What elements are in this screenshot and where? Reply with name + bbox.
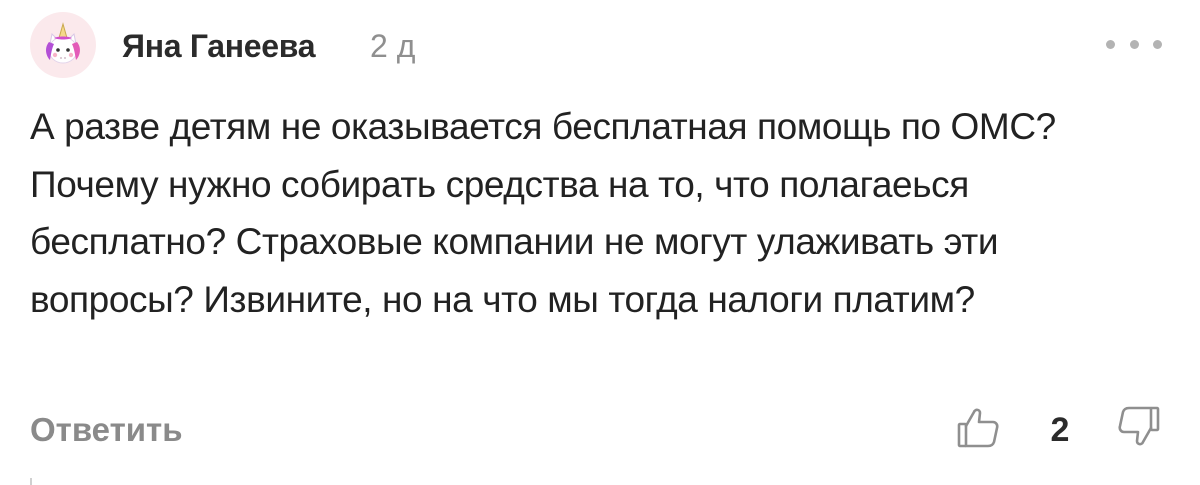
more-dots-icon[interactable] bbox=[1106, 30, 1162, 58]
avatar[interactable] bbox=[30, 12, 96, 78]
thumbs-up-icon[interactable] bbox=[955, 402, 1005, 452]
thumbs-down-icon[interactable] bbox=[1112, 402, 1162, 452]
divider-tick bbox=[30, 478, 32, 485]
unicorn-avatar-icon bbox=[46, 22, 80, 64]
dot bbox=[1153, 39, 1162, 49]
dot bbox=[1129, 39, 1139, 49]
like-count: 2 bbox=[1050, 411, 1070, 449]
comment-text: А разве детям не оказывается бесплатная … bbox=[30, 106, 1056, 320]
comment-time: 2 д bbox=[370, 28, 416, 64]
author-name[interactable]: Яна Ганеева bbox=[122, 26, 316, 66]
reply-button[interactable]: Ответить bbox=[30, 408, 183, 452]
dot bbox=[1106, 39, 1115, 49]
comment-card: Яна Ганеева 2 д А разве детям не оказыва… bbox=[0, 0, 1200, 485]
